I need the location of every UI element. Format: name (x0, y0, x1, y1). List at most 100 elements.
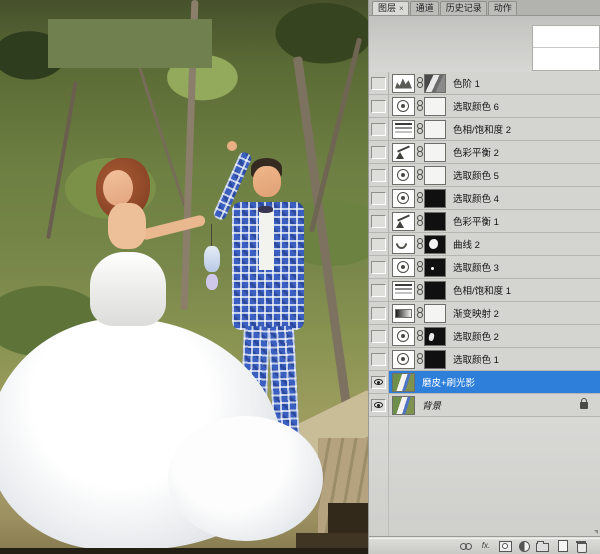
eye-box[interactable] (371, 330, 386, 343)
layer-name: 色相/饱和度 2 (453, 122, 511, 136)
visibility-toggle[interactable] (369, 141, 389, 163)
layer-row[interactable]: 选取颜色 4 (369, 187, 600, 210)
link-layers-icon[interactable] (460, 540, 474, 552)
eye-box[interactable] (371, 215, 386, 228)
layer-row[interactable]: 曲线 2 (369, 233, 600, 256)
eye-box[interactable] (371, 307, 386, 320)
eye-box[interactable] (371, 77, 386, 90)
visibility-toggle[interactable] (369, 256, 389, 278)
layer-thumbnail[interactable] (392, 396, 415, 415)
panel-resize-grip[interactable] (594, 530, 598, 534)
visibility-toggle[interactable] (369, 118, 389, 140)
tab-label: 历史记录 (446, 3, 482, 13)
eye-box[interactable] (371, 169, 386, 182)
visibility-toggle[interactable] (369, 187, 389, 209)
padlock-icon (580, 402, 588, 409)
eye-box[interactable] (371, 123, 386, 136)
layer-mask-thumbnail[interactable] (424, 166, 446, 185)
layer-row[interactable]: 色相/饱和度 2 (369, 118, 600, 141)
color-balance-icon[interactable] (392, 212, 415, 231)
hue-saturation-icon[interactable] (392, 281, 415, 300)
layers-bottom-bar: fx. (369, 536, 600, 554)
layer-mask-thumbnail[interactable] (424, 189, 446, 208)
layer-row[interactable]: 渐变映射 2 (369, 302, 600, 325)
visibility-toggle[interactable] (369, 72, 389, 94)
add-layer-mask-icon[interactable] (498, 540, 512, 552)
layer-row[interactable]: 色相/饱和度 1 (369, 279, 600, 302)
layer-thumbnail[interactable] (392, 373, 415, 392)
eye-box[interactable] (371, 100, 386, 113)
eye-box[interactable] (371, 192, 386, 205)
visibility-toggle[interactable] (369, 325, 389, 347)
selective-color-icon[interactable] (392, 97, 415, 116)
groom-face (253, 166, 281, 197)
layer-row[interactable]: 选取颜色 2 (369, 325, 600, 348)
layer-row[interactable]: 色彩平衡 2 (369, 141, 600, 164)
selective-color-icon[interactable] (392, 350, 415, 369)
layer-name: 选取颜色 5 (453, 168, 499, 182)
layer-row[interactable]: 背景 (369, 394, 600, 417)
layer-mask-thumbnail[interactable] (424, 74, 446, 93)
delete-layer-icon[interactable] (574, 540, 588, 552)
hanging-lantern (204, 246, 220, 272)
visibility-toggle[interactable] (369, 210, 389, 232)
visibility-toggle[interactable] (369, 233, 389, 255)
eye-box[interactable] (371, 353, 386, 366)
layer-mask-thumbnail[interactable] (424, 143, 446, 162)
selective-color-icon[interactable] (392, 327, 415, 346)
eye-box[interactable] (371, 284, 386, 297)
eye-box[interactable] (371, 399, 386, 412)
layer-mask-thumbnail[interactable] (424, 97, 446, 116)
selective-color-icon[interactable] (392, 258, 415, 277)
layer-mask-thumbnail[interactable] (424, 327, 446, 346)
layer-mask-thumbnail[interactable] (424, 281, 446, 300)
layer-row[interactable]: 色彩平衡 1 (369, 210, 600, 233)
tab-channels[interactable]: 通道 (410, 1, 439, 15)
gradient-map-icon[interactable] (392, 304, 415, 323)
tab-history[interactable]: 历史记录 (440, 1, 487, 15)
layer-name: 色阶 1 (453, 76, 480, 90)
eye-box[interactable] (371, 146, 386, 159)
visibility-toggle[interactable] (369, 371, 389, 393)
selective-color-icon[interactable] (392, 189, 415, 208)
visibility-toggle[interactable] (369, 95, 389, 117)
layer-mask-thumbnail[interactable] (424, 258, 446, 277)
layer-row[interactable]: 磨皮+刷光影 (369, 371, 600, 394)
visibility-toggle[interactable] (369, 164, 389, 186)
layer-mask-thumbnail[interactable] (424, 235, 446, 254)
layer-mask-thumbnail[interactable] (424, 120, 446, 139)
eye-box[interactable] (371, 376, 386, 389)
new-group-icon[interactable] (536, 540, 550, 552)
layer-list-empty-area (369, 417, 600, 536)
layer-mask-thumbnail[interactable] (424, 304, 446, 323)
new-layer-icon[interactable] (555, 540, 569, 552)
close-tab-icon[interactable]: × (399, 4, 404, 13)
selective-color-icon[interactable] (392, 166, 415, 185)
tab-layers[interactable]: 图层× (372, 1, 409, 15)
color-balance-icon[interactable] (392, 143, 415, 162)
visibility-toggle[interactable] (369, 394, 389, 416)
layer-row[interactable]: 选取颜色 5 (369, 164, 600, 187)
blend-mode-controls[interactable] (532, 25, 600, 71)
tab-actions[interactable]: 动作 (488, 1, 517, 15)
eye-box[interactable] (371, 261, 386, 274)
layer-row[interactable]: 选取颜色 3 (369, 256, 600, 279)
eye-box[interactable] (371, 238, 386, 251)
levels-icon[interactable] (392, 74, 415, 93)
layer-row[interactable]: 选取颜色 1 (369, 348, 600, 371)
layer-row[interactable]: 选取颜色 6 (369, 95, 600, 118)
visibility-toggle[interactable] (369, 302, 389, 324)
visibility-toggle[interactable] (369, 348, 389, 370)
layer-mask-thumbnail[interactable] (424, 212, 446, 231)
layer-row[interactable]: 色阶 1 (369, 72, 600, 95)
visibility-toggle[interactable] (369, 279, 389, 301)
document-canvas[interactable] (0, 0, 368, 554)
hue-saturation-icon[interactable] (392, 120, 415, 139)
chain-link-icon (416, 168, 423, 182)
layer-mask-thumbnail[interactable] (424, 350, 446, 369)
layer-style-icon[interactable]: fx. (479, 540, 493, 552)
new-adjustment-layer-icon[interactable] (517, 540, 531, 552)
curves-icon[interactable] (392, 235, 415, 254)
layer-name: 色彩平衡 1 (453, 214, 499, 228)
chain-link-icon (416, 122, 423, 136)
